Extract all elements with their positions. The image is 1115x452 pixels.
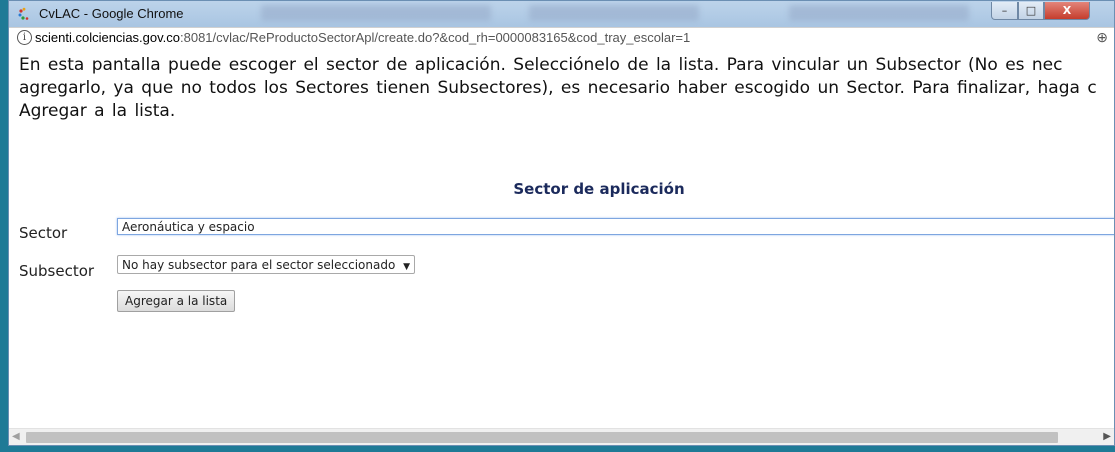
zoom-icon[interactable]: ⊕ xyxy=(1096,29,1108,46)
minimize-button[interactable]: – xyxy=(991,2,1018,20)
browser-popup-window: CvLAC - Google Chrome – □ X i scienti.co… xyxy=(8,0,1115,446)
window-title: CvLAC - Google Chrome xyxy=(39,6,184,21)
instructions-line: Agregar a la lista. xyxy=(19,101,176,121)
subsector-label: Subsector xyxy=(19,262,95,280)
scroll-left-icon[interactable]: ◀ xyxy=(12,431,20,442)
scroll-right-icon[interactable]: ▶ xyxy=(1103,431,1111,442)
scrollbar-thumb[interactable] xyxy=(26,432,1058,443)
page-frame-left xyxy=(0,0,8,452)
blurred-background xyxy=(261,5,491,21)
page-frame-bottom xyxy=(0,446,1115,452)
minimize-icon: – xyxy=(1001,4,1008,17)
section-title: Sector de aplicación xyxy=(513,180,685,198)
horizontal-scrollbar[interactable]: ◀ ▶ xyxy=(9,428,1114,445)
blurred-background xyxy=(529,5,699,21)
address-bar[interactable]: i scienti.colciencias.gov.co:8081/cvlac/… xyxy=(9,27,1114,49)
add-to-list-button[interactable]: Agregar a la lista xyxy=(117,290,236,312)
subsector-value: No hay subsector para el sector seleccio… xyxy=(122,258,396,272)
close-button[interactable]: X xyxy=(1044,2,1090,20)
instructions-line: En esta pantalla puede escoger el sector… xyxy=(19,55,1063,75)
instructions-text: En esta pantalla puede escoger el sector… xyxy=(19,54,1114,123)
sector-input[interactable]: Aeronáutica y espacio xyxy=(117,218,1114,235)
subsector-select[interactable]: No hay subsector para el sector seleccio… xyxy=(117,255,416,274)
close-icon: X xyxy=(1062,4,1072,17)
info-icon[interactable]: i xyxy=(17,30,32,45)
instructions-line: agregarlo, ya que no todos los Sectores … xyxy=(19,78,1097,98)
maximize-icon: □ xyxy=(1025,4,1037,17)
maximize-button[interactable]: □ xyxy=(1018,2,1044,20)
blurred-background xyxy=(789,5,969,21)
title-bar[interactable]: CvLAC - Google Chrome – □ X xyxy=(9,1,1114,27)
dropdown-arrow-icon: ▼ xyxy=(403,262,411,272)
page-content: En esta pantalla puede escoger el sector… xyxy=(9,48,1114,428)
url-domain: scienti.colciencias.gov.co xyxy=(35,30,180,45)
url-path: :8081/cvlac/ReProductoSectorApl/create.d… xyxy=(180,30,691,45)
chrome-app-icon xyxy=(18,7,29,20)
url-text[interactable]: scienti.colciencias.gov.co:8081/cvlac/Re… xyxy=(35,30,690,45)
sector-value: Aeronáutica y espacio xyxy=(122,220,255,234)
sector-label: Sector xyxy=(19,224,68,242)
